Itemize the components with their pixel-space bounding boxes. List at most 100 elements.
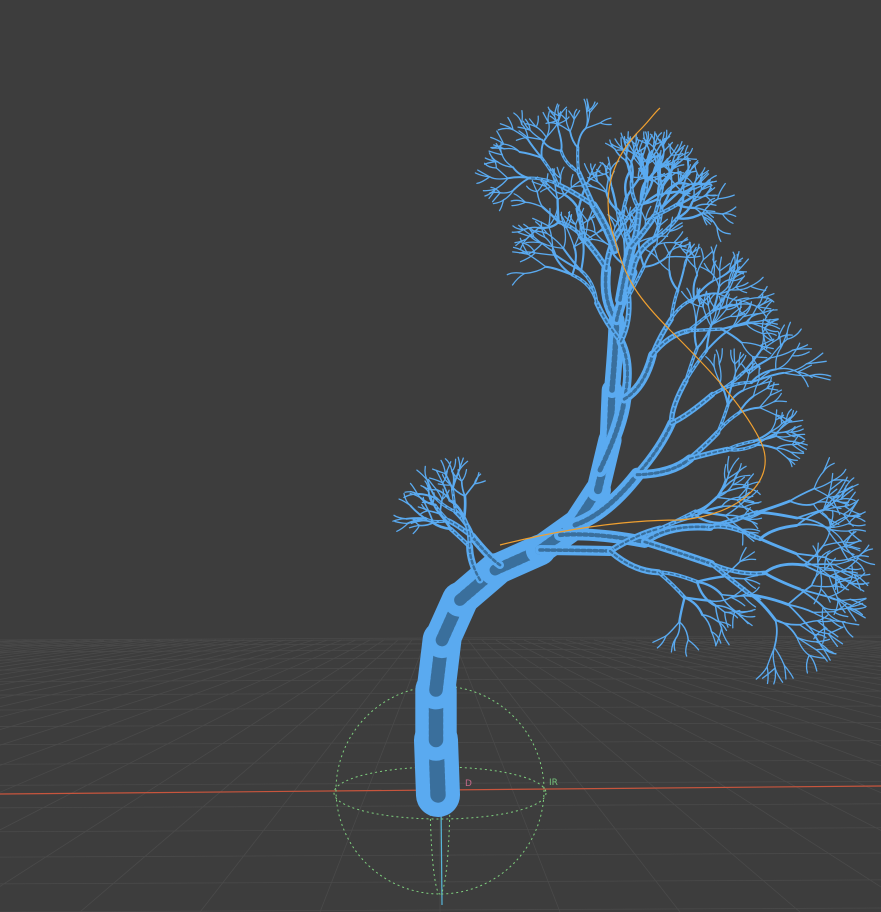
tree-branch[interactable] xyxy=(513,112,523,125)
tree-branch[interactable] xyxy=(544,265,574,276)
tree-branch[interactable] xyxy=(740,341,761,347)
tree-branch[interactable] xyxy=(769,423,783,433)
tree-branch[interactable] xyxy=(700,248,704,261)
tree-branch[interactable] xyxy=(754,443,777,450)
tree-branches[interactable] xyxy=(392,98,876,817)
tree-branch[interactable] xyxy=(678,596,686,623)
tree-branch[interactable] xyxy=(693,322,699,350)
tree-branch[interactable] xyxy=(521,109,523,125)
tree-branch[interactable] xyxy=(568,110,575,120)
tree-branch[interactable] xyxy=(461,469,468,482)
tree-branch[interactable] xyxy=(476,176,491,185)
tree-branch[interactable] xyxy=(827,626,844,635)
tree-branch[interactable] xyxy=(496,161,514,168)
tree-branch[interactable] xyxy=(495,167,509,179)
tree-branch[interactable] xyxy=(569,130,579,149)
tree-branch[interactable] xyxy=(848,529,867,532)
tree-branch[interactable] xyxy=(720,328,743,344)
tree-branch[interactable] xyxy=(557,129,563,152)
tree-branch[interactable] xyxy=(733,348,736,365)
tree-branch[interactable] xyxy=(713,353,716,368)
tree-branch[interactable] xyxy=(605,178,610,194)
tree-branch[interactable] xyxy=(724,611,739,619)
tree-branch[interactable] xyxy=(724,611,729,628)
tree-branch[interactable] xyxy=(812,610,835,613)
tree-branch[interactable] xyxy=(727,455,730,475)
tree-branch[interactable] xyxy=(580,241,585,272)
tree-branch[interactable] xyxy=(775,409,778,421)
tree-branch[interactable] xyxy=(730,596,746,607)
tree-branch[interactable] xyxy=(816,542,819,563)
tree-branch[interactable] xyxy=(599,117,612,124)
tree-branch[interactable] xyxy=(718,348,723,365)
tree-branch[interactable] xyxy=(394,520,409,525)
tree-branch[interactable] xyxy=(788,500,815,506)
tree-branch[interactable] xyxy=(742,502,760,508)
tree-branch[interactable] xyxy=(743,574,759,580)
tree-branch[interactable] xyxy=(763,571,801,591)
tree-branch[interactable] xyxy=(774,667,784,683)
tree-branch[interactable] xyxy=(758,537,798,555)
tree-branch[interactable] xyxy=(570,173,574,188)
tree-branch[interactable] xyxy=(786,321,792,340)
tree-branch[interactable] xyxy=(491,192,501,203)
tree-branch[interactable] xyxy=(819,567,823,590)
tree-branch[interactable] xyxy=(745,323,764,335)
tree-branch[interactable] xyxy=(535,126,548,138)
tree-branch[interactable] xyxy=(791,443,805,453)
tree-branch[interactable] xyxy=(557,104,560,117)
tree-branch[interactable] xyxy=(451,458,457,472)
tree-branch[interactable] xyxy=(847,523,866,527)
tree-branch[interactable] xyxy=(547,111,550,124)
tree-branch[interactable] xyxy=(676,267,685,292)
tree-branch[interactable] xyxy=(775,355,793,371)
tree-branch[interactable] xyxy=(396,522,409,532)
tree-branch[interactable] xyxy=(393,514,408,520)
tree-branch[interactable] xyxy=(810,374,831,381)
tree-branch[interactable] xyxy=(715,349,720,365)
tree-branch[interactable] xyxy=(691,302,697,324)
tree-branch[interactable] xyxy=(702,250,713,261)
tree-branch[interactable] xyxy=(692,195,707,198)
tree-branch[interactable] xyxy=(755,510,799,520)
tree-branch[interactable] xyxy=(749,276,764,287)
tree-branch[interactable] xyxy=(816,620,834,623)
tree-branch[interactable] xyxy=(763,562,806,575)
gizmo-axis-label-r[interactable]: IR xyxy=(549,778,558,788)
tree-branch[interactable] xyxy=(569,118,575,133)
tree-branch[interactable] xyxy=(773,400,788,403)
tree-branch[interactable] xyxy=(718,363,722,384)
tree-branch[interactable] xyxy=(663,243,671,256)
tree-branch[interactable] xyxy=(703,262,713,274)
tree-branch[interactable] xyxy=(805,654,810,674)
tree-branch[interactable] xyxy=(773,392,782,403)
tree-branch[interactable] xyxy=(511,272,526,286)
tree-branch[interactable] xyxy=(840,497,856,502)
tree-branch[interactable] xyxy=(686,327,723,333)
tree-branch[interactable] xyxy=(721,213,734,224)
tree-branch[interactable] xyxy=(560,166,565,179)
tree-branch[interactable] xyxy=(418,521,435,527)
tree-branch[interactable] xyxy=(822,606,849,611)
tree-branch[interactable] xyxy=(758,406,777,416)
tree-branch[interactable] xyxy=(576,127,587,149)
tree-branch[interactable] xyxy=(758,523,799,541)
tree-branch[interactable] xyxy=(728,457,740,475)
tree-branch[interactable] xyxy=(822,541,845,547)
tree-branch[interactable] xyxy=(719,262,731,272)
tree-branch[interactable] xyxy=(693,256,698,276)
tree-branch[interactable] xyxy=(848,582,870,585)
tree-branch[interactable] xyxy=(562,226,567,249)
tree-branch[interactable] xyxy=(668,243,677,256)
tree-branch[interactable] xyxy=(541,138,563,152)
tree-branch[interactable] xyxy=(668,269,679,292)
tree-branch[interactable] xyxy=(758,365,761,381)
tree-branch[interactable] xyxy=(719,256,723,272)
tree-branch[interactable] xyxy=(731,483,749,487)
tree-branch[interactable] xyxy=(599,122,612,126)
tree-branch[interactable] xyxy=(712,244,718,262)
tree-branch[interactable] xyxy=(824,569,843,573)
tree-branch[interactable] xyxy=(717,194,735,200)
tree-branch[interactable] xyxy=(523,266,547,275)
tree-branch[interactable] xyxy=(713,366,721,384)
